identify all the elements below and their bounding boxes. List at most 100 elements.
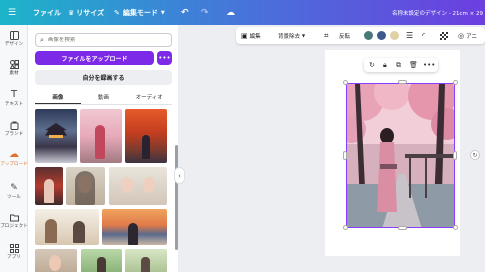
media-tabs: 画像 動画 オーディオ — [35, 93, 172, 105]
file-menu[interactable]: ファイル — [33, 0, 61, 25]
lock-icon[interactable]: 🔒︎ — [383, 58, 387, 72]
thumb-portrait-woman[interactable] — [66, 167, 105, 205]
color-swatch[interactable] — [390, 27, 399, 44]
resize-handle[interactable] — [343, 80, 348, 85]
edit-image-button[interactable]: ▣ 編集 — [241, 27, 261, 44]
checker-icon — [440, 31, 448, 40]
thumb-portrait-smile[interactable] — [35, 249, 77, 272]
thumb-japanese-castle[interactable] — [35, 109, 77, 163]
bg-remove-button[interactable]: 背景除去 ▼ — [278, 27, 305, 44]
tab-videos[interactable]: 動画 — [81, 93, 127, 104]
menu-icon[interactable]: ☰ — [8, 0, 16, 25]
thumb-garden[interactable] — [125, 249, 167, 272]
figure-silhouette — [45, 219, 57, 243]
figure-silhouette — [73, 221, 85, 243]
resize-menu[interactable]: ♛ リサイズ — [68, 0, 104, 25]
thumb-autumn-maple[interactable] — [125, 109, 167, 163]
figure-silhouette — [141, 257, 150, 272]
selected-image[interactable] — [346, 83, 455, 228]
apps-icon — [9, 244, 19, 253]
document-title[interactable]: 名称未設定のデザイン - 21cm × 29 — [392, 0, 483, 25]
collapse-panel-button[interactable]: ‹ — [174, 167, 185, 184]
resize-handle[interactable] — [453, 80, 458, 85]
rail-item-text[interactable]: T テキスト — [0, 89, 28, 108]
duplicate-icon[interactable]: ⧉ — [396, 58, 401, 72]
record-yourself-button[interactable]: 自分を録画する — [35, 70, 172, 85]
rotate-icon: ↻ — [472, 151, 478, 159]
undo-button[interactable]: ↶ — [181, 0, 189, 25]
figure-silhouette — [142, 135, 150, 159]
rail-item-design[interactable]: デザイン — [0, 31, 28, 47]
side-rail: デザイン 素材 T テキスト ブランド ☁ アップロード ✎ ツール プロジェク… — [0, 25, 28, 272]
flip-button[interactable]: 反転 — [339, 27, 350, 44]
chevron-down-icon: ▼ — [302, 33, 306, 38]
crop-icon[interactable]: ⌗ — [324, 27, 329, 44]
uploads-panel: ⌕ ファイルをアップロード ••• 自分を録画する 画像 動画 オーディオ — [28, 25, 178, 272]
cloud-save-icon[interactable]: ☁ — [226, 0, 235, 25]
border-style-icon[interactable]: ☰ — [406, 27, 413, 44]
castle-lights — [49, 135, 63, 138]
rail-item-brand[interactable]: ブランド — [0, 121, 28, 137]
text-icon: T — [10, 89, 18, 100]
top-bar: ☰ ファイル ♛ リサイズ ✎ 編集モード ▼ ↶ ↷ ☁ 名称未設定のデザイン - … — [0, 0, 485, 25]
transparency-icon[interactable] — [440, 27, 448, 44]
rail-item-projects[interactable]: プロジェクト — [0, 213, 28, 229]
rail-item-elements[interactable]: 素材 — [0, 60, 28, 76]
color-swatch[interactable] — [377, 27, 386, 44]
face-shape — [121, 177, 133, 193]
panel-scrollbar[interactable] — [175, 145, 178, 250]
delete-icon[interactable]: 🗑︎ — [409, 58, 418, 72]
thumb-portrait-couple[interactable] — [109, 167, 167, 205]
search-icon: ⌕ — [40, 35, 44, 44]
more-options-button[interactable]: ••• — [157, 51, 172, 65]
image-toolbar: ▣ 編集 背景除去 ▼ ⌗ 反転 ☰ ◜ ◎ アニ — [236, 27, 485, 44]
rail-item-uploads[interactable]: ☁ アップロード — [0, 149, 28, 168]
swatch-dot — [377, 31, 386, 40]
swatch-dot — [390, 31, 399, 40]
upload-file-button[interactable]: ファイルをアップロード — [35, 51, 154, 65]
thumb-sunset-beach[interactable] — [102, 209, 167, 245]
layout-icon — [9, 31, 19, 40]
tab-images[interactable]: 画像 — [35, 93, 81, 104]
resize-handle[interactable] — [453, 151, 457, 160]
tools-icon: ✎ — [10, 183, 18, 193]
rotate-refresh-icon[interactable]: ↻ — [369, 58, 375, 72]
elements-icon — [9, 60, 19, 69]
thumb-cafe-couple[interactable] — [35, 209, 99, 245]
resize-handle[interactable] — [453, 225, 458, 230]
crown-icon: ♛ — [68, 8, 75, 17]
thumb-red-lantern[interactable] — [35, 167, 63, 205]
hair-shape — [75, 171, 95, 205]
resize-handle[interactable] — [398, 80, 407, 84]
animate-button[interactable]: ◎ アニ — [458, 27, 477, 44]
thumb-park-walk[interactable] — [81, 249, 122, 272]
redo-button[interactable]: ↷ — [201, 0, 209, 25]
upload-icon: ☁ — [9, 149, 19, 160]
chevron-down-icon: ▼ — [160, 9, 165, 16]
resize-handle[interactable] — [398, 226, 407, 230]
rail-item-tools[interactable]: ✎ ツール — [0, 183, 28, 200]
figure-silhouette — [95, 125, 105, 159]
folder-icon — [9, 214, 19, 222]
resize-handle[interactable] — [343, 225, 348, 230]
face-shape — [49, 255, 61, 271]
figure-silhouette — [44, 179, 54, 203]
face-shape — [143, 177, 155, 193]
more-icon[interactable]: ••• — [423, 58, 435, 72]
corner-radius-icon[interactable]: ◜ — [422, 27, 425, 44]
search-input[interactable] — [47, 37, 158, 43]
color-swatch[interactable] — [364, 27, 373, 44]
rail-item-apps[interactable]: アプリ — [0, 244, 28, 260]
image-search[interactable]: ⌕ — [35, 33, 172, 47]
swatch-dot — [364, 31, 373, 40]
edit-mode-dropdown[interactable]: ✎ 編集モード ▼ — [114, 0, 165, 25]
rotate-handle[interactable]: ↻ — [470, 150, 480, 160]
figure-silhouette — [97, 257, 106, 272]
thumb-kimono-girl[interactable] — [80, 109, 122, 163]
figure-silhouette — [128, 223, 138, 245]
image-edit-icon: ▣ — [241, 31, 248, 40]
brand-icon — [10, 121, 18, 130]
animate-icon: ◎ — [458, 31, 465, 40]
resize-handle[interactable] — [343, 151, 347, 160]
tab-audio[interactable]: オーディオ — [126, 93, 172, 104]
